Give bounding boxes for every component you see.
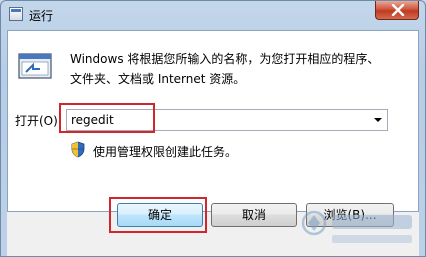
run-app-icon — [9, 7, 23, 21]
close-button[interactable] — [375, 1, 419, 20]
browse-button[interactable]: 浏览(B)... — [306, 203, 394, 227]
description-line-2: 文件夹、文档或 Internet 资源。 — [70, 72, 246, 86]
description: Windows 将根据您所输入的名称，为您打开相应的程序、 文件夹、文档或 In… — [70, 49, 400, 89]
admin-privilege-note: 使用管理权限创建此任务。 — [93, 145, 238, 159]
chevron-down-icon[interactable] — [371, 113, 385, 127]
command-combobox[interactable] — [66, 109, 388, 131]
close-icon — [391, 4, 405, 16]
open-label: 打开(O): — [15, 114, 62, 128]
description-line-1: Windows 将根据您所输入的名称，为您打开相应的程序、 — [70, 52, 380, 66]
window-title: 运行 — [29, 9, 54, 23]
command-input[interactable] — [67, 110, 371, 130]
uac-shield-icon — [71, 141, 85, 158]
run-dialog-icon — [18, 53, 52, 79]
title-bar[interactable]: 运行 — [1, 1, 425, 29]
cancel-button[interactable]: 取消 — [211, 203, 297, 227]
ok-button[interactable]: 确定 — [117, 203, 203, 227]
